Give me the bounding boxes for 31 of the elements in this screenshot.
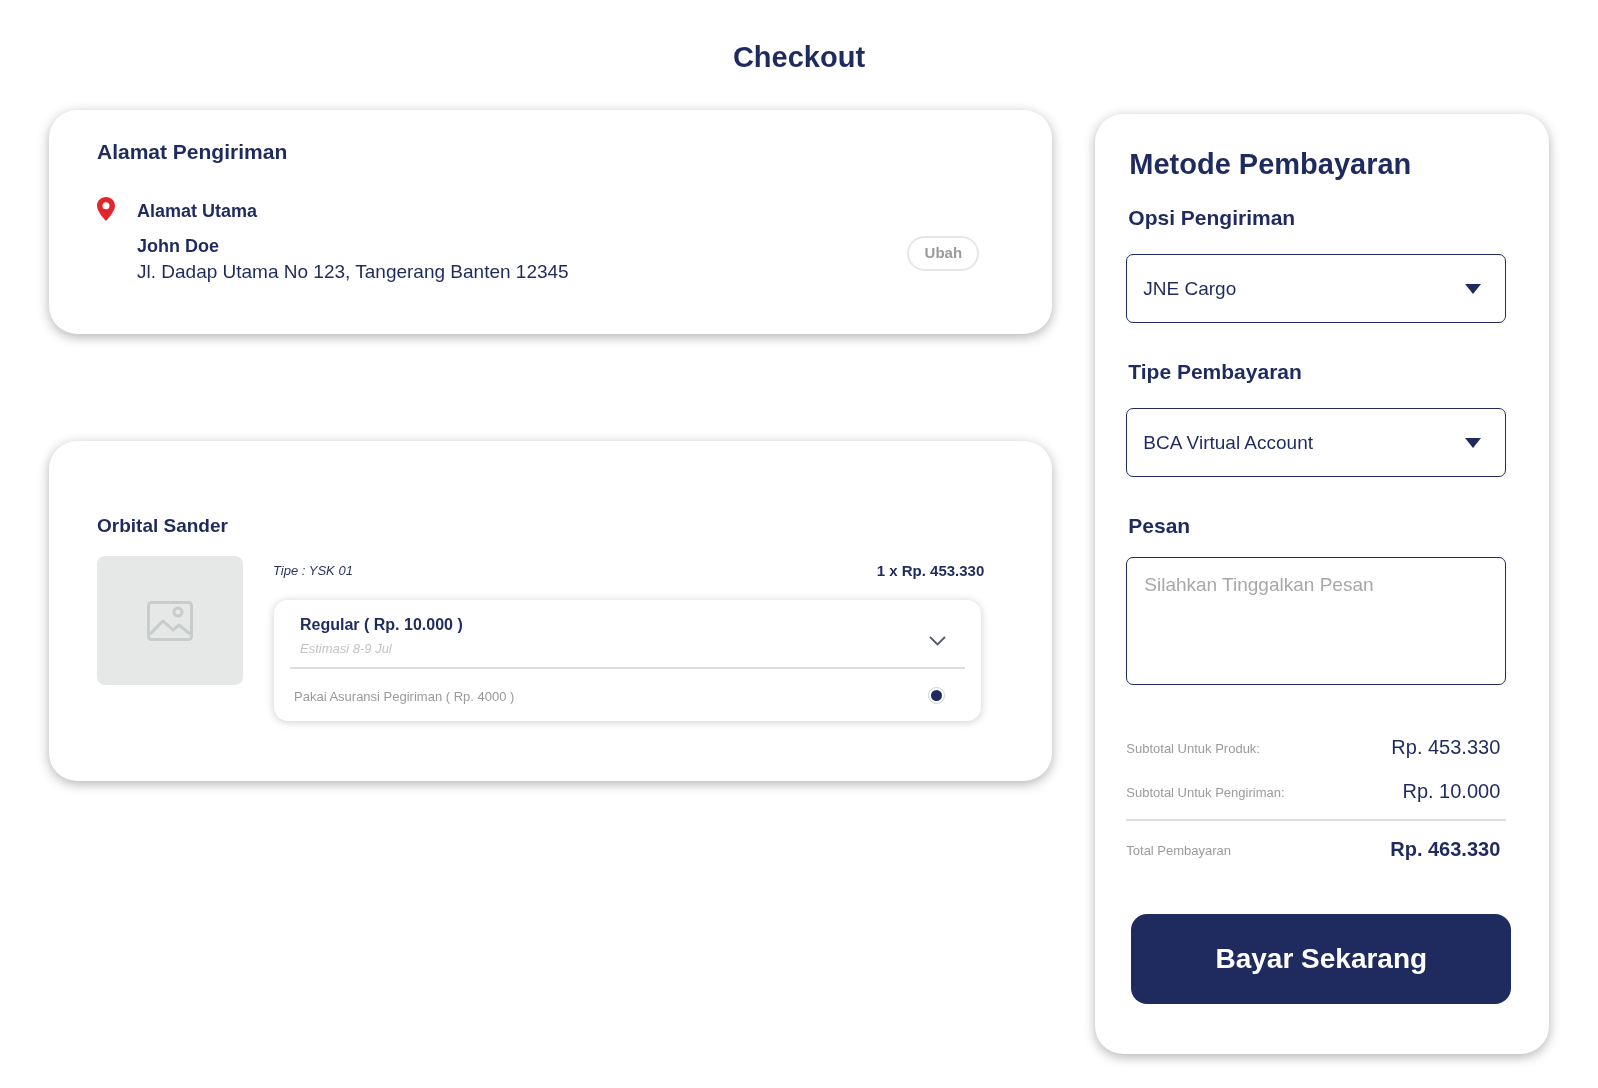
pay-now-button[interactable]: Bayar Sekarang xyxy=(1131,914,1512,1004)
insurance-label: Pakai Asuransi Pegiriman ( Rp. 4000 ) xyxy=(294,688,515,706)
address-text: Jl. Dadap Utama No 123, Tangerang Banten 12345 xyxy=(137,260,569,284)
shipping-option-name: Regular ( Rp. 10.000 ) xyxy=(300,615,463,635)
page-title: Checkout xyxy=(732,40,866,75)
quantity-price: 1 x Rp. 453.330 xyxy=(876,561,985,581)
summary-value: Rp. 453.330 xyxy=(1391,735,1501,760)
total-value: Rp. 463.330 xyxy=(1390,837,1501,862)
insurance-radio[interactable] xyxy=(928,686,945,704)
delivery-estimate: Estimasi 8-9 Jul xyxy=(300,640,392,658)
message-field[interactable]: Silahkan Tinggalkan Pesan xyxy=(1126,557,1507,685)
summary-label: Subtotal Untuk Pengiriman: xyxy=(1126,783,1285,802)
dropdown-field[interactable]: BCA Virtual Account xyxy=(1126,408,1507,477)
field-label: Opsi Pengiriman xyxy=(1128,205,1296,231)
summary-label: Total Pembayaran xyxy=(1126,841,1232,860)
chevron-down-icon[interactable] xyxy=(929,636,946,646)
caret-down-icon xyxy=(1465,283,1482,294)
field-label: Tipe Pembayaran xyxy=(1128,359,1302,385)
summary-value: Rp. 10.000 xyxy=(1402,779,1501,804)
product-name: Orbital Sander xyxy=(97,514,228,538)
location-pin-icon xyxy=(97,197,115,221)
field-label: Pesan xyxy=(1128,513,1191,539)
panel-title: Metode Pembayaran xyxy=(1129,147,1412,182)
summary-label: Subtotal Untuk Produk: xyxy=(1126,739,1260,758)
caret-down-icon xyxy=(1465,437,1482,448)
image-icon xyxy=(147,600,193,641)
dropdown-field[interactable]: JNE Cargo xyxy=(1126,254,1507,323)
address-label: Alamat Utama xyxy=(137,200,258,223)
product-variant: Tipe : YSK 01 xyxy=(273,562,353,580)
section-heading: Alamat Pengiriman xyxy=(97,139,288,165)
recipient-name: John Doe xyxy=(137,235,219,258)
